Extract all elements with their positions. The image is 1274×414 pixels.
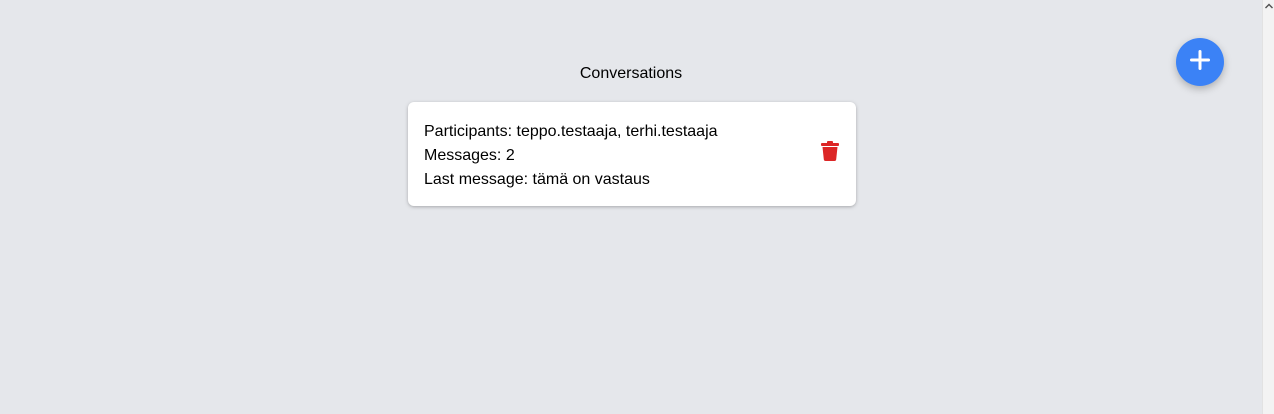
messages-label: Messages:	[424, 147, 502, 164]
last-message-line: Last message: tämä on vastaus	[424, 168, 840, 192]
scroll-up-icon[interactable]	[1264, 1, 1274, 11]
vertical-scrollbar[interactable]	[1262, 0, 1274, 414]
last-message-label: Last message:	[424, 171, 529, 188]
conversation-card[interactable]: Participants: teppo.testaaja, terhi.test…	[408, 102, 856, 206]
participants-line: Participants: teppo.testaaja, terhi.test…	[424, 120, 840, 144]
new-conversation-button[interactable]	[1176, 38, 1224, 86]
plus-icon	[1189, 49, 1211, 76]
participants-label: Participants:	[424, 123, 513, 140]
page: Conversations Participants: teppo.testaa…	[0, 0, 1274, 414]
delete-conversation-button[interactable]	[820, 140, 840, 166]
messages-line: Messages: 2	[424, 144, 840, 168]
last-message-value: tämä on vastaus	[532, 171, 650, 188]
participants-value: teppo.testaaja, terhi.testaaja	[516, 123, 718, 140]
page-title: Conversations	[579, 65, 683, 82]
trash-icon	[821, 140, 839, 166]
messages-count: 2	[505, 147, 515, 164]
